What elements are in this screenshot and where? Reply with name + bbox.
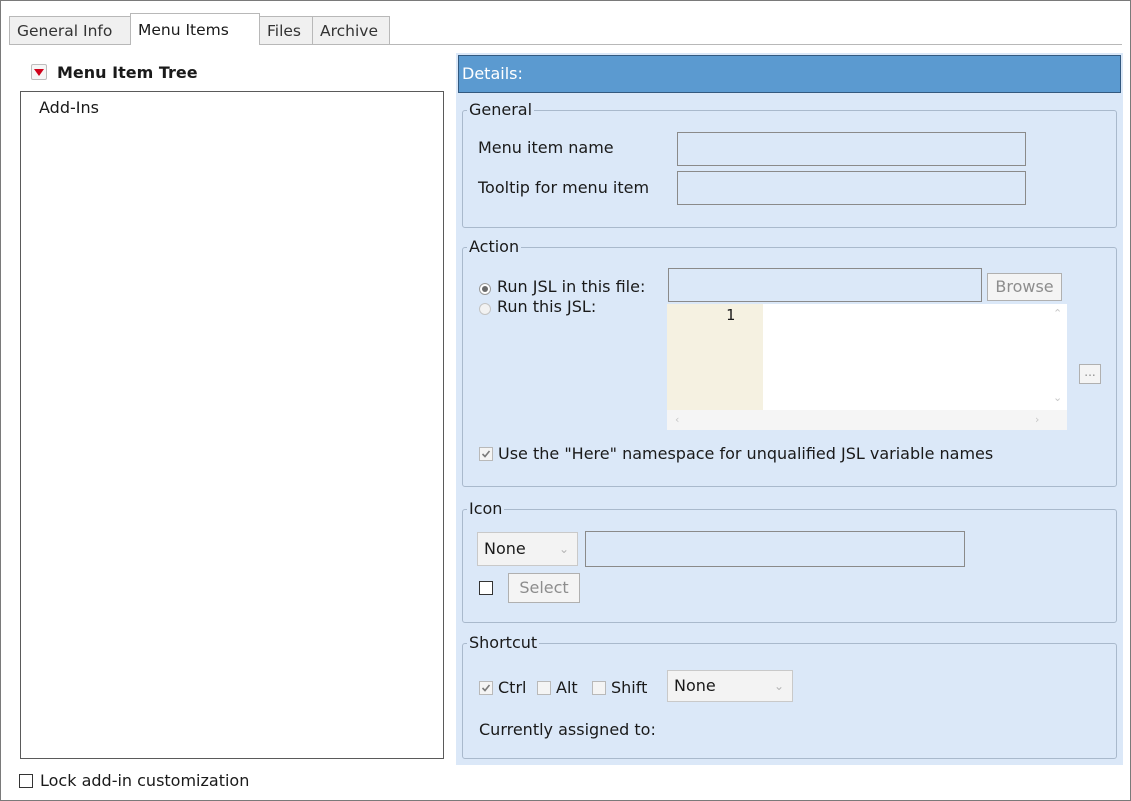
editor-vertical-scrollbar[interactable]: ⌃ ⌄ <box>1049 304 1067 410</box>
line-number-gutter: 1 <box>667 304 763 410</box>
here-namespace-row[interactable]: Use the "Here" namespace for unqualified… <box>479 444 993 463</box>
menu-item-tree[interactable]: Add-Ins <box>20 91 444 759</box>
menu-item-tree-header: Menu Item Tree <box>31 59 198 85</box>
tab-menu-items[interactable]: Menu Items <box>130 13 260 45</box>
alt-label: Alt <box>556 678 578 697</box>
general-group: General Menu item name Tooltip for menu … <box>462 99 1117 228</box>
ctrl-row[interactable]: Ctrl <box>479 678 526 697</box>
shift-checkbox[interactable] <box>592 680 606 695</box>
shift-label: Shift <box>611 678 648 697</box>
addin-builder-window: General Info Menu Items Files Archive Me… <box>0 0 1131 801</box>
jsl-editor[interactable]: 1 ⌃ ⌄ ‹ › <box>667 304 1067 430</box>
icon-type-value: None <box>484 539 526 558</box>
select-icon-button[interactable]: Select <box>508 573 580 603</box>
here-namespace-label: Use the "Here" namespace for unqualified… <box>498 444 994 463</box>
ctrl-checkbox[interactable] <box>479 680 493 695</box>
run-file-label: Run JSL in this file: <box>497 277 646 296</box>
run-jsl-radio[interactable] <box>479 303 491 315</box>
tab-files[interactable]: Files <box>259 16 313 44</box>
details-header: Details: <box>458 55 1121 93</box>
expand-editor-button[interactable]: ... <box>1079 364 1101 384</box>
icon-checkbox[interactable] <box>479 581 493 595</box>
tab-general-info[interactable]: General Info <box>9 16 131 44</box>
tooltip-input[interactable] <box>677 171 1026 205</box>
run-jsl-label: Run this JSL: <box>497 297 597 316</box>
lock-customization-row[interactable]: Lock add-in customization <box>19 771 249 790</box>
alt-checkbox[interactable] <box>537 680 551 695</box>
chevron-down-icon: ⌄ <box>558 542 569 556</box>
menu-item-tree-title: Menu Item Tree <box>57 62 198 82</box>
icon-group: Icon None ⌄ Select <box>462 498 1117 623</box>
browse-button[interactable]: Browse <box>987 273 1062 301</box>
editor-horizontal-scrollbar[interactable]: ‹ › <box>667 410 1067 430</box>
scroll-up-arrow-icon[interactable]: ⌃ <box>1053 308 1062 319</box>
shortcut-group: Shortcut Ctrl Alt Shift None ⌄ Currently… <box>462 632 1117 759</box>
shortcut-legend: Shortcut <box>467 632 540 654</box>
lock-customization-label: Lock add-in customization <box>40 771 250 790</box>
menu-item-name-input[interactable] <box>677 132 1026 166</box>
menu-item-name-label: Menu item name <box>478 138 614 157</box>
details-panel: Details: General Menu item name Tooltip … <box>456 53 1123 765</box>
shift-row[interactable]: Shift <box>592 678 647 697</box>
line-number: 1 <box>725 306 735 324</box>
run-file-input[interactable] <box>668 268 982 302</box>
scroll-left-arrow-icon[interactable]: ‹ <box>675 414 679 425</box>
collapse-triangle-icon[interactable] <box>31 64 47 80</box>
chevron-down-icon: ⌄ <box>773 679 784 693</box>
general-legend: General <box>467 99 535 121</box>
alt-row[interactable]: Alt <box>537 678 578 697</box>
tooltip-label: Tooltip for menu item <box>478 178 650 197</box>
tab-archive[interactable]: Archive <box>312 16 390 44</box>
scroll-down-arrow-icon[interactable]: ⌄ <box>1053 392 1062 403</box>
icon-legend: Icon <box>467 498 505 520</box>
tree-node-add-ins[interactable]: Add-Ins <box>39 98 99 117</box>
currently-assigned-label: Currently assigned to: <box>479 720 656 739</box>
shortcut-key-dropdown[interactable]: None ⌄ <box>667 670 793 702</box>
action-group: Action Run JSL in this file: Browse Run … <box>462 236 1117 487</box>
lock-customization-checkbox[interactable] <box>19 773 33 788</box>
scroll-right-arrow-icon[interactable]: › <box>1035 414 1039 425</box>
shortcut-key-value: None <box>674 676 716 695</box>
here-namespace-checkbox[interactable] <box>479 446 493 461</box>
ctrl-label: Ctrl <box>498 678 527 697</box>
action-legend: Action <box>467 236 522 258</box>
icon-type-dropdown[interactable]: None ⌄ <box>477 532 578 566</box>
icon-path-input[interactable] <box>585 531 965 567</box>
run-file-radio[interactable] <box>479 283 491 295</box>
